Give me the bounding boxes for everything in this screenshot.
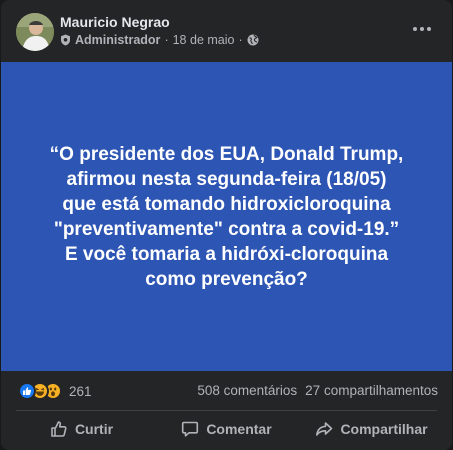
post-text-line: como prevenção?: [145, 268, 308, 290]
post-meta: Administrador · 18 de maio ·: [60, 33, 259, 47]
share-button[interactable]: Compartilhar: [299, 412, 444, 446]
meta-separator-2: ·: [238, 33, 243, 47]
author-name[interactable]: Mauricio Negrao: [60, 14, 170, 30]
role-label: Administrador: [75, 33, 161, 47]
reaction-count: 261: [69, 383, 92, 399]
globe-icon[interactable]: [247, 34, 259, 46]
post-text: “O presidente dos EUA, Donald Trump, afi…: [12, 142, 442, 292]
avatar[interactable]: [16, 13, 54, 51]
post-actions: Curtir Comentar Compartilhar: [9, 412, 444, 446]
comment-label: Comentar: [206, 421, 272, 437]
post-card: Mauricio Negrao Administrador · 18 de ma…: [1, 0, 452, 450]
comment-icon: [182, 421, 199, 437]
shares-count[interactable]: 27 compartilhamentos: [305, 383, 438, 398]
divider: [16, 410, 437, 411]
avatar-image: [16, 13, 54, 51]
post-image[interactable]: “O presidente dos EUA, Donald Trump, afi…: [1, 62, 452, 371]
post-text-line: E você tomaria a hidróxi-cloroquina: [64, 243, 389, 265]
like-reaction-icon: [18, 382, 36, 400]
share-icon: [316, 422, 333, 436]
post-text-line: afirmou nesta segunda-feira (18/05): [66, 168, 387, 190]
like-label: Curtir: [74, 421, 114, 437]
thumbs-up-icon: [51, 421, 67, 437]
post-date[interactable]: 18 de maio: [173, 33, 235, 47]
engagement-counts: 508 comentários 27 compartilhamentos: [197, 383, 438, 398]
comment-button[interactable]: Comentar: [154, 412, 299, 446]
post-text-line: "preventivamente" contra a covid-19.”: [53, 218, 400, 240]
meta-separator: ·: [164, 33, 169, 47]
share-label: Compartilhar: [340, 421, 428, 437]
admin-badge-icon: [61, 34, 70, 46]
post-text-line: que está tomando hidroxicloroquina: [62, 193, 391, 215]
like-button[interactable]: Curtir: [9, 412, 154, 446]
more-horizontal-icon[interactable]: [407, 14, 437, 44]
post-text-line: “O presidente dos EUA, Donald Trump,: [49, 143, 404, 165]
post-header: Mauricio Negrao Administrador · 18 de ma…: [1, 0, 452, 62]
post-stats: 261 508 comentários 27 compartilhamentos: [1, 371, 452, 411]
reaction-summary[interactable]: 261: [18, 382, 92, 400]
comments-count[interactable]: 508 comentários: [197, 383, 297, 398]
